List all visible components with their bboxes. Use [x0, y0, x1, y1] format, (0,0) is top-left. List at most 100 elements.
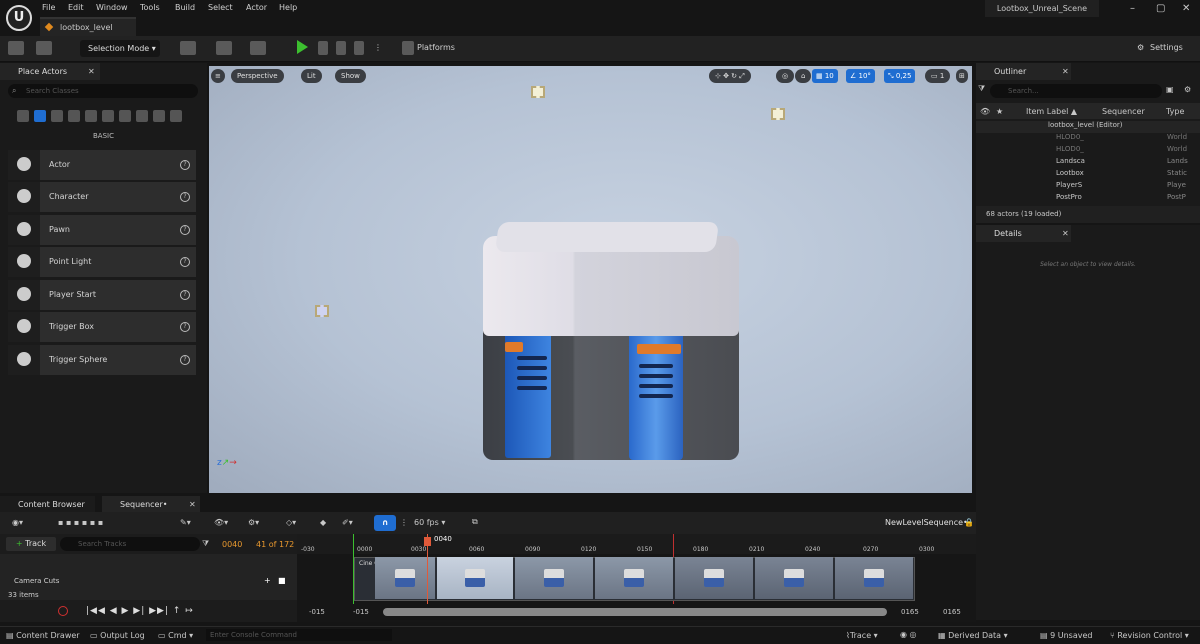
actor-item-trigger-sphere[interactable]: Trigger Sphere? — [8, 345, 196, 375]
details-tab[interactable]: Details — [976, 225, 1071, 242]
level-viewport[interactable]: ≡ Perspective Lit Show ⊹ ✥ ↻ ⤢ ◎ ⌂ ▦ 10 … — [209, 66, 972, 493]
playback-options-icon[interactable]: ⚙▾ — [248, 518, 259, 527]
curve-editor-icon[interactable]: ⧉ — [472, 517, 478, 527]
actor-item-pawn[interactable]: Pawn? — [8, 215, 196, 245]
place-actors-tab[interactable]: Place Actors — [0, 63, 100, 80]
shapes-icon[interactable] — [68, 110, 80, 122]
auto-key-icon[interactable]: ◆ — [320, 518, 326, 527]
col-sequencer[interactable]: Sequencer — [1102, 107, 1145, 116]
revision-control-button[interactable]: ⑂ Revision Control ▾ — [1110, 631, 1189, 640]
playback-controls[interactable]: |◀◀ ◀ ▶ ▶| ▶▶| ↑ ↦ — [86, 606, 194, 616]
camera-cuts-track[interactable]: Camera Cuts + ■ — [0, 554, 297, 600]
outliner-row[interactable]: Landsca Lands — [976, 157, 1200, 169]
step-icon[interactable] — [318, 41, 328, 55]
actor-item-trigger-box[interactable]: Trigger Box? — [8, 312, 196, 342]
sequencer-tab[interactable]: Sequencer• — [102, 496, 200, 513]
menu-select[interactable]: Select — [208, 3, 233, 12]
range-start[interactable]: -015 — [309, 608, 325, 616]
console-input[interactable]: Enter Console Command — [206, 629, 392, 641]
outliner-row[interactable]: lootbox_level (Editor) — [976, 121, 1200, 133]
star-icon[interactable]: ★ — [996, 107, 1003, 116]
unreal-logo-icon[interactable]: U — [6, 5, 32, 31]
key-icon[interactable]: ◇▾ — [286, 518, 296, 527]
actor-item-point-light[interactable]: Point Light? — [8, 247, 196, 277]
add-track-button[interactable]: + Track — [6, 537, 56, 551]
help-icon[interactable]: ? — [180, 160, 190, 170]
menu-edit[interactable]: Edit — [68, 3, 84, 12]
world-icon[interactable]: ◉▾ — [12, 518, 23, 527]
outliner-row[interactable]: PostPro PostP — [976, 193, 1200, 205]
snap-options-icon[interactable]: ⋮ — [400, 518, 408, 527]
outliner-row[interactable]: HLOD0_ World — [976, 133, 1200, 145]
help-icon[interactable]: ? — [180, 257, 190, 267]
viewport-menu-icon[interactable]: ≡ — [211, 69, 225, 83]
range-end[interactable]: 0165 — [901, 608, 919, 616]
camera-speed-value[interactable]: ▭ 1 — [925, 69, 951, 83]
stop-icon[interactable] — [336, 41, 346, 55]
rotation-snap-value[interactable]: ∠ 10° — [846, 69, 875, 83]
settings-button[interactable]: Settings — [1150, 43, 1183, 52]
close-tab-icon[interactable]: ✕ — [1062, 67, 1069, 76]
help-icon[interactable]: ? — [180, 225, 190, 235]
lit-button[interactable]: Lit — [301, 69, 322, 83]
platforms-button[interactable]: Platforms — [417, 43, 455, 52]
derived-data-button[interactable]: ▦ Derived Data ▾ — [938, 631, 1008, 640]
settings-icon[interactable]: ⚙ — [1184, 85, 1191, 94]
more-options-icon[interactable]: ⋮ — [374, 43, 382, 52]
folder-icon[interactable]: ▣ — [1166, 85, 1174, 94]
add-icon[interactable]: + — [264, 576, 271, 585]
maximize-icon[interactable]: ▢ — [1156, 3, 1165, 14]
fps-dropdown[interactable]: 60 fps ▾ — [414, 518, 445, 527]
record-status-icon[interactable]: ◉ ◎ — [900, 630, 917, 639]
outliner-row[interactable]: Lootbox Static — [976, 169, 1200, 181]
actor-item-actor[interactable]: Actor? — [8, 150, 196, 180]
maximize-viewport-icon[interactable]: ⊞ — [956, 69, 968, 83]
surface-snap-icon[interactable]: ⌂ — [795, 69, 812, 83]
light-actor-icon[interactable] — [315, 305, 329, 317]
help-icon[interactable]: ? — [180, 355, 190, 365]
grid-snap-value[interactable]: ▦ 10 — [812, 69, 838, 83]
menu-window[interactable]: Window — [96, 3, 128, 12]
menu-build[interactable]: Build — [175, 3, 195, 12]
view-icon[interactable]: 👁▾ — [214, 518, 228, 527]
outliner-row[interactable]: HLOD0_ World — [976, 145, 1200, 157]
record-icon[interactable] — [58, 606, 68, 616]
help-icon[interactable]: ? — [180, 192, 190, 202]
help-icon[interactable]: ? — [180, 322, 190, 332]
lootbox-mesh[interactable] — [479, 218, 741, 463]
timeline-scrollbar[interactable] — [383, 608, 887, 616]
actor-item-player-start[interactable]: Player Start? — [8, 280, 196, 310]
level-tab[interactable]: lootbox_level — [40, 17, 136, 36]
close-tab-icon[interactable]: ✕ — [189, 500, 196, 509]
filter-icon[interactable]: ⧩ — [202, 539, 209, 549]
transform-tools[interactable]: ⊹ ✥ ↻ ⤢ — [709, 69, 751, 83]
camera-icon[interactable]: ■ — [278, 576, 286, 585]
content-drawer-button[interactable]: ▤ Content Drawer — [6, 631, 80, 640]
light-actor-icon[interactable] — [531, 86, 545, 98]
menu-tools[interactable]: Tools — [140, 3, 160, 12]
eject-icon[interactable] — [354, 41, 364, 55]
cinematic-icon[interactable] — [85, 110, 97, 122]
all-classes-icon[interactable] — [153, 110, 165, 122]
world-local-icon[interactable]: ◎ — [776, 69, 795, 83]
search-classes-input[interactable]: Search Classes — [8, 84, 198, 98]
menu-file[interactable]: File — [42, 3, 55, 12]
outliner-search-input[interactable]: Search... — [990, 84, 1162, 98]
playhead-handle[interactable] — [424, 537, 431, 546]
snap-magnet-icon[interactable]: ∩ — [374, 515, 396, 531]
unsaved-button[interactable]: ▤ 9 Unsaved — [1040, 631, 1092, 640]
help-icon[interactable]: ? — [180, 290, 190, 300]
lock-icon[interactable]: 🔒 — [964, 518, 974, 527]
current-frame[interactable]: 0040 — [222, 540, 242, 549]
close-tab-icon[interactable]: ✕ — [88, 67, 95, 76]
timeline-ruler[interactable]: -030 0000 0030 0060 0090 0120 0150 0180 … — [297, 534, 976, 554]
selection-mode-dropdown[interactable]: Selection Mode ▾ — [80, 40, 160, 57]
browse-icon[interactable] — [36, 41, 52, 55]
output-log-button[interactable]: ▭ Output Log — [90, 631, 145, 640]
range-start-2[interactable]: -015 — [353, 608, 369, 616]
search-tracks-input[interactable]: Search Tracks — [60, 537, 200, 551]
visibility-icon[interactable]: 👁 — [980, 107, 990, 116]
content-browser-tab[interactable]: Content Browser — [0, 496, 95, 513]
light-actor-icon[interactable] — [771, 108, 785, 120]
show-button[interactable]: Show — [335, 69, 366, 83]
